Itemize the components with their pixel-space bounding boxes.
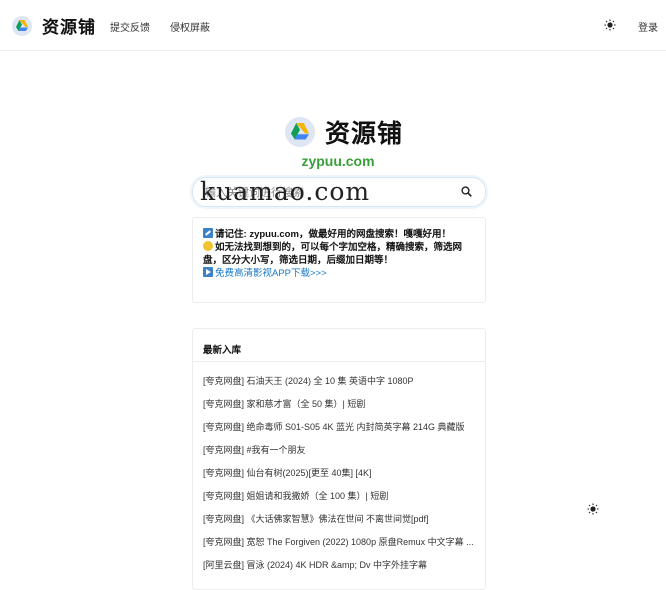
list-item[interactable]: [阿里云盘] 冒泳 (2024) 4K HDR &amp; Dv 中字外挂字幕	[203, 558, 475, 581]
nav-infringement-link[interactable]: 侵权屏蔽	[170, 19, 210, 34]
hero-title: 资源铺	[325, 120, 404, 148]
list-item[interactable]: [夸克网盘] 仙台有树(2025)[更至 40集] [4K]	[203, 466, 475, 489]
notice-remember-prefix: 请记住:	[215, 229, 250, 240]
divider	[193, 361, 485, 362]
notice-tips: 如无法找到想到的，可以每个字加空格，精确搜索，筛选网盘，区分大小写，筛选日期，后…	[203, 241, 475, 267]
drive-logo-icon	[285, 117, 315, 147]
login-link[interactable]: 登录	[638, 19, 658, 34]
drive-logo-icon	[12, 15, 32, 36]
list-item[interactable]: [夸克网盘] 家和慈才富（全 50 集）| 短剧	[203, 397, 475, 420]
hand-icon	[203, 241, 213, 251]
search-icon[interactable]	[461, 186, 472, 197]
pen-icon	[203, 228, 213, 238]
notice-remember: 请记住: zypuu.com，做最好用的网盘搜索！嘎嘎好用！	[203, 228, 451, 241]
list-item[interactable]: [夸克网盘] 《大话佛家智慧》佛法在世间 不离世间觉[pdf]	[203, 512, 475, 535]
nav-feedback-link[interactable]: 提交反馈	[110, 19, 150, 34]
list-item[interactable]: [夸克网盘] 石油天王 (2024) 全 10 集 英语中字 1080P	[203, 374, 475, 397]
list-item[interactable]: [夸克网盘] 绝命毒师 S01-S05 4K 蓝光 内封简英字幕 214G 典藏…	[203, 420, 475, 443]
list-item[interactable]: [夸克网盘] 姐姐请和我撒娇（全 100 集）| 短剧	[203, 489, 475, 512]
list-item[interactable]: [夸克网盘] 宽恕 The Forgiven (2022) 1080p 原盘Re…	[203, 535, 475, 558]
notice-panel: 请记住: zypuu.com，做最好用的网盘搜索！嘎嘎好用！ 如无法找到想到的，…	[192, 217, 486, 303]
latest-heading: 最新入库	[203, 345, 242, 356]
brand[interactable]: 资源铺	[12, 13, 96, 38]
brand-name: 资源铺	[42, 18, 96, 37]
hero-domain: zypuu.com	[301, 153, 375, 169]
top-header: 资源铺 提交反馈 侵权屏蔽 登录	[0, 0, 666, 51]
list-item[interactable]: [夸克网盘] #我有一个朋友	[203, 443, 475, 466]
app-download-text: 免费高清影视APP下载>>>	[215, 268, 327, 279]
search-box	[192, 177, 486, 207]
hero-brand: 资源铺	[285, 114, 403, 150]
search-input[interactable]	[203, 183, 452, 203]
sun-icon[interactable]	[587, 503, 599, 515]
notice-tips-text: 如无法找到想到的，可以每个字加空格，精确搜索，筛选网盘，区分大小写，筛选日期，后…	[203, 242, 463, 266]
latest-panel: 最新入库 [夸克网盘] 石油天王 (2024) 全 10 集 英语中字 1080…	[192, 328, 486, 590]
notice-remember-suffix: ，做最好用的网盘搜索！嘎嘎好用！	[298, 229, 451, 240]
app-download-link[interactable]: 免费高清影视APP下载>>>	[203, 267, 327, 280]
play-icon	[203, 267, 213, 277]
latest-list: [夸克网盘] 石油天王 (2024) 全 10 集 英语中字 1080P [夸克…	[203, 374, 475, 581]
sun-icon[interactable]	[604, 19, 616, 31]
notice-domain: zypuu.com	[249, 229, 299, 240]
